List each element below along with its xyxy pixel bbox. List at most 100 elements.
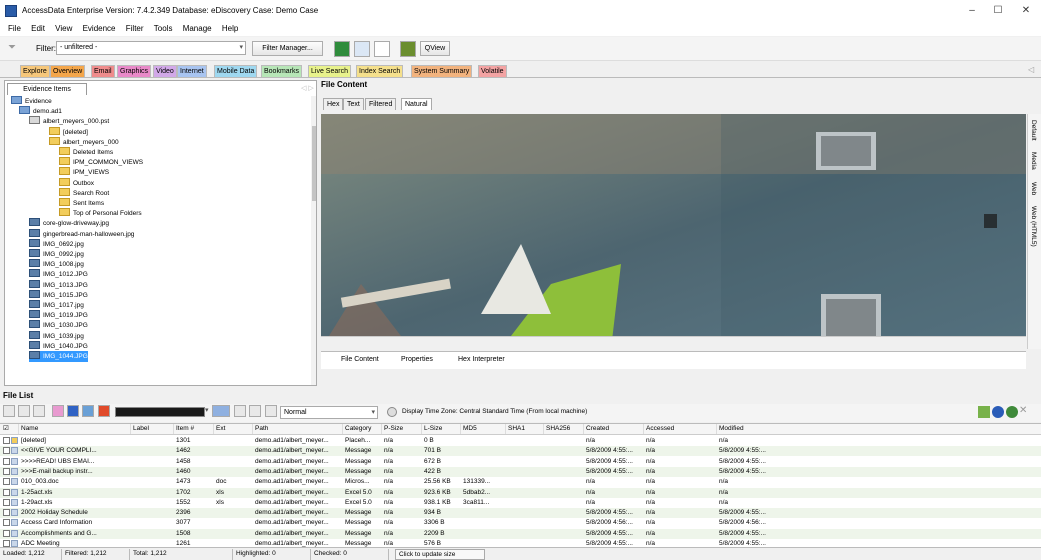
toolbar-icon[interactable]: [3, 405, 15, 417]
columns-icon[interactable]: [212, 405, 230, 417]
green-arrow-icon[interactable]: [334, 41, 350, 57]
select-icon[interactable]: [374, 41, 390, 57]
tree-item[interactable]: IMG_1044.JPG: [29, 351, 88, 362]
column-header[interactable]: Name: [18, 424, 128, 434]
filter-icon[interactable]: [1006, 406, 1018, 418]
table-row[interactable]: 010_003.doc 1473 doc demo.ad1/albert_meyer.…: [0, 477, 1041, 487]
panel-nav-icon[interactable]: ◁ ▷: [301, 84, 314, 92]
tab-video[interactable]: Video: [153, 65, 177, 77]
grid-icon[interactable]: [265, 405, 277, 417]
column-header[interactable]: Path: [252, 424, 340, 434]
side-tab-media[interactable]: Media: [1030, 152, 1037, 170]
row-checkbox[interactable]: [3, 457, 10, 465]
column-header[interactable]: Modified: [716, 424, 796, 434]
table-row[interactable]: [deleted] 1301 demo.ad1/albert_meyer... Pla…: [0, 436, 1041, 446]
tree-scrollbar[interactable]: [311, 96, 316, 385]
tab-overview[interactable]: Overview: [50, 65, 86, 77]
view-mode-select[interactable]: Normal ▾: [280, 406, 378, 419]
close-button[interactable]: ✕: [1009, 2, 1041, 20]
row-checkbox[interactable]: [3, 529, 10, 537]
export-icon[interactable]: [234, 405, 246, 417]
table-row[interactable]: Accomplishments and G... 1508 demo.ad1/alb…: [0, 528, 1041, 539]
toolbar-icon[interactable]: [18, 405, 30, 417]
row-checkbox[interactable]: [3, 509, 10, 517]
row-checkbox[interactable]: [3, 478, 10, 486]
tab-natural[interactable]: Natural: [401, 98, 432, 110]
table-row[interactable]: Access Card Information 3077 demo.ad1/albe…: [0, 518, 1041, 528]
menu-help[interactable]: Help: [222, 22, 238, 36]
menu-edit[interactable]: Edit: [31, 22, 45, 36]
table-row[interactable]: 1-25act.xls 1702 xls demo.ad1/albert_meyer.…: [0, 487, 1041, 498]
tab-explore[interactable]: Explore: [20, 65, 50, 77]
color-icon[interactable]: [98, 405, 110, 417]
tab-hex-interpreter[interactable]: Hex Interpreter: [458, 356, 505, 363]
side-tab-web[interactable]: Web: [1030, 182, 1037, 195]
tab-volatile[interactable]: Volatile: [478, 65, 507, 77]
column-header[interactable]: Created: [583, 424, 641, 434]
column-icon[interactable]: [82, 405, 94, 417]
table-row[interactable]: ADC Meeting 1261 demo.ad1/albert_meyer... M…: [0, 539, 1041, 547]
menu-filter[interactable]: Filter: [126, 22, 144, 36]
tab-graphics[interactable]: Graphics: [117, 65, 152, 77]
tabs-scroll-left-icon[interactable]: ◁: [1028, 65, 1034, 74]
color-swatch[interactable]: [115, 407, 205, 417]
column-header[interactable]: SHA256: [543, 424, 581, 434]
clear-icon[interactable]: ✕: [1019, 405, 1027, 416]
menu-tools[interactable]: Tools: [154, 22, 173, 36]
tab-mobile-data[interactable]: Mobile Data: [214, 65, 258, 77]
tab-hex[interactable]: Hex: [323, 98, 344, 110]
edit-icon[interactable]: [67, 405, 79, 417]
image-horizontal-scrollbar[interactable]: [321, 336, 1026, 349]
row-checkbox[interactable]: [3, 488, 10, 496]
menu-manage[interactable]: Manage: [183, 22, 212, 36]
menu-file[interactable]: File: [8, 22, 21, 36]
column-header[interactable]: SHA1: [505, 424, 541, 434]
fit-view-icon[interactable]: [354, 41, 370, 57]
table-row[interactable]: >>>>READ! UBS EMAI... 1458 demo.ad1/albert…: [0, 457, 1041, 467]
row-checkbox[interactable]: [3, 467, 10, 475]
tab-text[interactable]: Text: [343, 98, 364, 110]
highlight-icon[interactable]: [978, 406, 990, 418]
scrollbar-thumb[interactable]: [312, 126, 316, 201]
column-header[interactable]: Category: [342, 424, 379, 434]
tab-filtered[interactable]: Filtered: [365, 98, 397, 110]
qview-button[interactable]: QView: [420, 41, 450, 56]
table-row[interactable]: 1-29act.xls 1552 xls demo.ad1/albert_meyer.…: [0, 498, 1041, 508]
row-checkbox[interactable]: [3, 540, 10, 547]
column-header[interactable]: L-Size: [421, 424, 458, 434]
tab-properties[interactable]: Properties: [401, 356, 433, 363]
side-tab-web-html5[interactable]: Web (HTML5): [1030, 206, 1037, 247]
toolbar-icon[interactable]: [33, 405, 45, 417]
tab-system-summary[interactable]: System Summary: [411, 65, 473, 77]
side-tab-default[interactable]: Default: [1030, 120, 1037, 141]
tab-file-content[interactable]: File Content: [341, 356, 379, 363]
column-header[interactable]: Accessed: [643, 424, 713, 434]
table-row[interactable]: >>>E-mail backup instr... 1460 demo.ad1/al…: [0, 466, 1041, 477]
export-list-icon[interactable]: [249, 405, 261, 417]
row-checkbox[interactable]: [3, 447, 10, 455]
chevron-down-icon[interactable]: ▾: [205, 406, 209, 414]
table-row[interactable]: <<GIVE YOUR COMPLI... 1462 demo.ad1/albert…: [0, 446, 1041, 457]
select-all-checkbox[interactable]: ☑: [3, 424, 13, 434]
column-header[interactable]: Item #: [173, 424, 211, 434]
update-size-button[interactable]: Click to update size: [395, 549, 485, 560]
filter-manager-button[interactable]: Filter Manager...: [252, 41, 323, 56]
column-header[interactable]: Label: [130, 424, 170, 434]
table-row[interactable]: 2002 Holiday Schedule 2396 demo.ad1/albert…: [0, 508, 1041, 519]
tab-index-search[interactable]: Index Search: [356, 65, 404, 77]
row-checkbox[interactable]: [3, 498, 10, 506]
tab-live-search[interactable]: Live Search: [308, 65, 351, 77]
label-icon[interactable]: [52, 405, 64, 417]
tab-email[interactable]: Email: [91, 65, 115, 77]
row-checkbox[interactable]: [3, 437, 10, 444]
tab-bookmarks[interactable]: Bookmarks: [261, 65, 303, 77]
column-header[interactable]: Ext: [213, 424, 249, 434]
filter-select[interactable]: - unfiltered - ▾: [56, 41, 246, 55]
column-header[interactable]: MD5: [460, 424, 502, 434]
menu-evidence[interactable]: Evidence: [83, 22, 116, 36]
column-header[interactable]: P-Size: [381, 424, 419, 434]
globe-icon[interactable]: [992, 406, 1004, 418]
menu-view[interactable]: View: [55, 22, 72, 36]
row-checkbox[interactable]: [3, 519, 10, 527]
tab-internet[interactable]: Internet: [177, 65, 207, 77]
